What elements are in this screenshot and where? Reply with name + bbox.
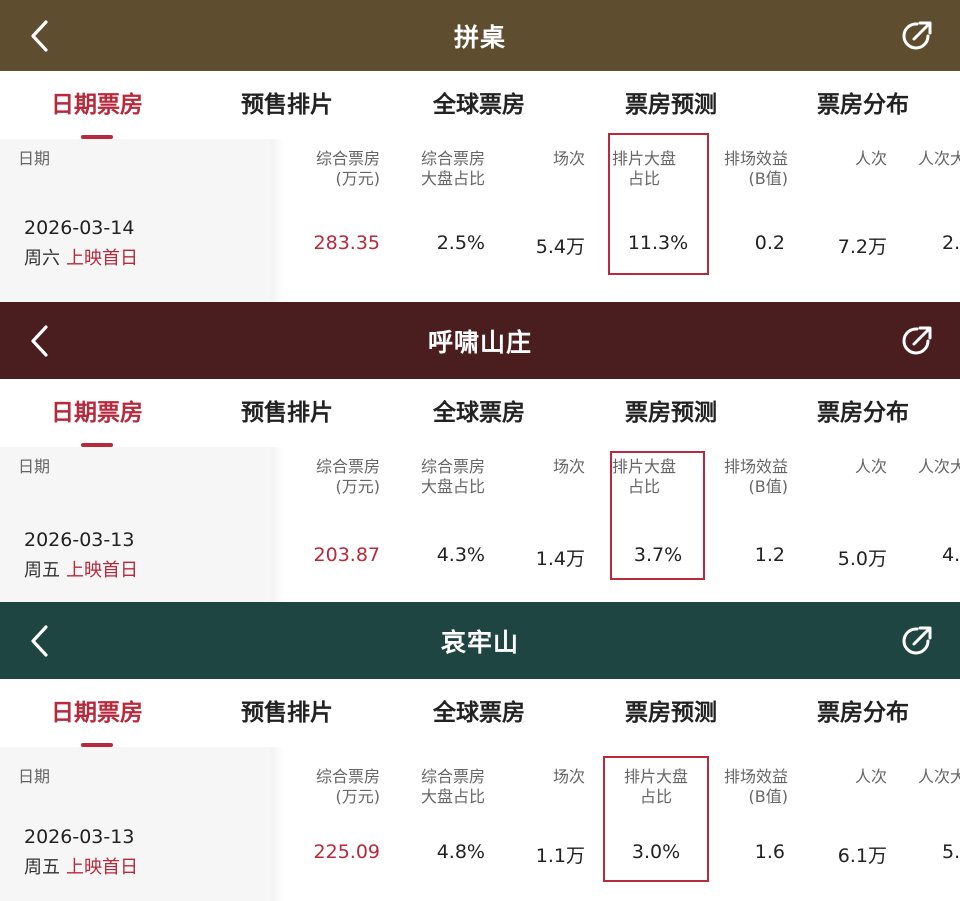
tab-box-office-distribution[interactable]: 票房分布 <box>783 679 943 747</box>
premiere-label: 上映首日 <box>66 560 138 581</box>
header-shows: 场次 <box>552 149 585 168</box>
box-office-value: 283.35 <box>313 232 380 254</box>
table-row[interactable]: 2026-03-13 周五 上映首日 225.09 4.8% 1.1万 3.0% … <box>0 826 960 886</box>
table-row[interactable]: 2026-03-13 周五 上映首日 203.87 4.3% 1.4万 3.7% … <box>0 529 960 589</box>
tab-box-office-forecast[interactable]: 票房预测 <box>591 679 751 747</box>
box-office-value: 203.87 <box>313 544 380 566</box>
benefit-value: 1.6 <box>754 841 785 863</box>
header-attendance: 人次 <box>854 767 887 786</box>
share-icon[interactable] <box>900 624 934 658</box>
tab-daily-box-office[interactable]: 日期票房 <box>17 379 177 447</box>
header-attendance: 人次 <box>854 457 887 476</box>
attendance-avg-value: 4. <box>942 544 960 566</box>
header-date: 日期 <box>18 767 51 786</box>
row-date: 2026-03-13 <box>24 826 135 848</box>
header-attendance: 人次 <box>854 149 887 168</box>
row-date: 2026-03-13 <box>24 529 135 551</box>
header-attendance-avg: 人次大 <box>918 149 960 168</box>
row-date: 2026-03-14 <box>24 217 135 239</box>
attendance-value: 7.2万 <box>837 236 887 258</box>
tab-bar: 日期票房 预售排片 全球票房 票房预测 票房分布 <box>0 71 960 139</box>
tab-global-box-office[interactable]: 全球票房 <box>399 71 559 139</box>
header-box-office-share: 综合票房 大盘占比 <box>420 767 485 806</box>
header-box-office-share: 综合票房 大盘占比 <box>420 149 485 188</box>
tab-presale-schedule[interactable]: 预售排片 <box>207 679 367 747</box>
panel-header: 哀牢山 <box>0 602 960 679</box>
tab-presale-schedule[interactable]: 预售排片 <box>207 71 367 139</box>
box-office-table: 日期 综合票房 (万元) 综合票房 大盘占比 场次 排片大盘 占比 排场效益 (B值) … <box>0 447 960 602</box>
schedule-share-highlight-box <box>610 451 705 580</box>
panel-header: 呼啸山庄 <box>0 302 960 379</box>
header-box-office-share: 综合票房 大盘占比 <box>420 457 485 496</box>
row-weekday: 周六 上映首日 <box>24 248 138 269</box>
header-box-office: 综合票房 (万元) <box>315 767 380 806</box>
benefit-value: 1.2 <box>754 544 785 566</box>
tab-box-office-distribution[interactable]: 票房分布 <box>783 379 943 447</box>
table-row[interactable]: 2026-03-14 周六 上映首日 283.35 2.5% 5.4万 11.3%… <box>0 217 960 277</box>
header-benefit: 排场效益 (B值) <box>723 457 788 496</box>
shows-value: 5.4万 <box>535 236 585 258</box>
tab-daily-box-office[interactable]: 日期票房 <box>17 679 177 747</box>
tab-presale-schedule[interactable]: 预售排片 <box>207 379 367 447</box>
row-weekday: 周五 上映首日 <box>24 857 138 878</box>
tab-bar: 日期票房 预售排片 全球票房 票房预测 票房分布 <box>0 679 960 747</box>
box-office-share-value: 4.3% <box>436 544 485 566</box>
header-box-office: 综合票房 (万元) <box>315 149 380 188</box>
movie-panel-1: 拼桌 日期票房 预售排片 全球票房 票房预测 票房分布 日期 综合票房 (万元) … <box>0 0 960 302</box>
header-box-office: 综合票房 (万元) <box>315 457 380 496</box>
shows-value: 1.1万 <box>535 845 585 867</box>
box-office-table: 日期 综合票房 (万元) 综合票房 大盘占比 场次 排片大盘 占比 排场效益 (B值) … <box>0 133 960 302</box>
share-icon[interactable] <box>900 324 934 358</box>
attendance-value: 6.1万 <box>837 845 887 867</box>
header-shows: 场次 <box>552 457 585 476</box>
tab-box-office-distribution[interactable]: 票房分布 <box>783 71 943 139</box>
attendance-avg-value: 5. <box>942 841 960 863</box>
tab-daily-box-office[interactable]: 日期票房 <box>17 71 177 139</box>
row-weekday: 周五 上映首日 <box>24 560 138 581</box>
tab-global-box-office[interactable]: 全球票房 <box>399 379 559 447</box>
header-benefit: 排场效益 (B值) <box>723 149 788 188</box>
schedule-share-highlight-box <box>603 756 709 882</box>
box-office-table: 日期 综合票房 (万元) 综合票房 大盘占比 场次 排片大盘 占比 排场效益 (B值) … <box>0 747 960 901</box>
premiere-label: 上映首日 <box>66 248 138 269</box>
panel-header: 拼桌 <box>0 0 960 71</box>
header-benefit: 排场效益 (B值) <box>723 767 788 806</box>
tab-box-office-forecast[interactable]: 票房预测 <box>591 379 751 447</box>
header-attendance-avg: 人次大 <box>918 457 960 476</box>
header-shows: 场次 <box>552 767 585 786</box>
benefit-value: 0.2 <box>754 232 785 254</box>
header-date: 日期 <box>18 457 51 476</box>
movie-panel-3: 哀牢山 日期票房 预售排片 全球票房 票房预测 票房分布 日期 综合票房 (万元)… <box>0 602 960 901</box>
box-office-value: 225.09 <box>313 841 380 863</box>
box-office-share-value: 4.8% <box>436 841 485 863</box>
header-attendance-avg: 人次大 <box>918 767 960 786</box>
header-date: 日期 <box>18 149 51 168</box>
movie-title: 哀牢山 <box>440 627 519 657</box>
share-icon[interactable] <box>900 19 934 53</box>
tab-global-box-office[interactable]: 全球票房 <box>399 679 559 747</box>
movie-panel-2: 呼啸山庄 日期票房 预售排片 全球票房 票房预测 票房分布 日期 综合票房 (万元… <box>0 302 960 602</box>
movie-title: 呼啸山庄 <box>427 327 532 357</box>
tab-bar: 日期票房 预售排片 全球票房 票房预测 票房分布 <box>0 379 960 447</box>
box-office-share-value: 2.5% <box>436 232 485 254</box>
attendance-avg-value: 2. <box>942 232 960 254</box>
premiere-label: 上映首日 <box>66 857 138 878</box>
shows-value: 1.4万 <box>535 548 585 570</box>
attendance-value: 5.0万 <box>837 548 887 570</box>
tab-box-office-forecast[interactable]: 票房预测 <box>591 71 751 139</box>
schedule-share-highlight-box <box>608 133 709 275</box>
movie-title: 拼桌 <box>453 22 506 52</box>
